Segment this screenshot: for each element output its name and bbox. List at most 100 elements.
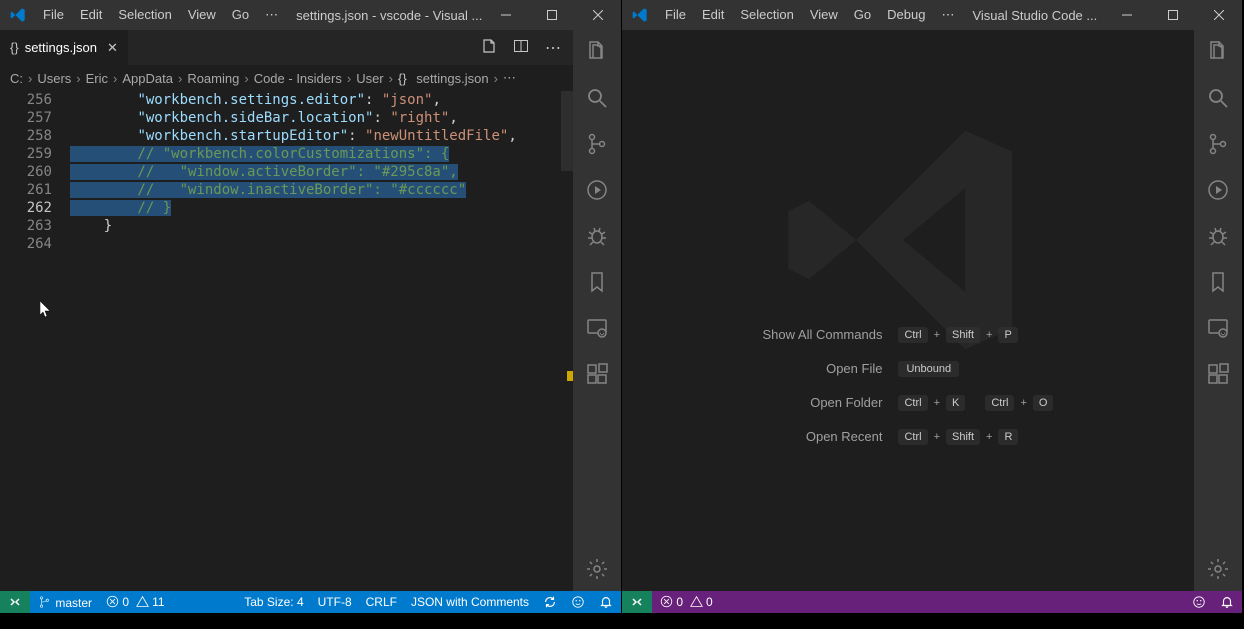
cmd-open-file: Open File <box>763 361 883 376</box>
breadcrumb-item[interactable]: Eric <box>86 71 108 86</box>
menubar: File Edit Selection View Go ⋯ <box>35 0 286 30</box>
files-explorer-icon[interactable] <box>585 40 609 64</box>
status-bell-icon[interactable] <box>1220 595 1234 609</box>
menu-selection[interactable]: Selection <box>110 0 179 30</box>
menu-view[interactable]: View <box>180 0 224 30</box>
status-encoding[interactable]: UTF-8 <box>318 595 352 609</box>
menubar: File Edit Selection View Go Debug ⋯ <box>657 0 962 30</box>
status-language[interactable]: JSON with Comments <box>411 595 529 609</box>
bug-icon[interactable] <box>1206 224 1230 248</box>
debug-icon[interactable] <box>1206 178 1230 202</box>
titlebar: File Edit Selection View Go Debug ⋯ Visu… <box>622 0 1242 30</box>
menu-view[interactable]: View <box>802 0 846 30</box>
menu-edit[interactable]: Edit <box>694 0 732 30</box>
chevron-right-icon: › <box>73 71 83 86</box>
more-actions-icon[interactable]: ⋯ <box>545 38 561 58</box>
menu-edit[interactable]: Edit <box>72 0 110 30</box>
tab-close-icon[interactable]: ✕ <box>107 40 118 56</box>
cmd-show-all-commands: Show All Commands <box>763 327 883 342</box>
minimize-button[interactable] <box>1104 0 1150 30</box>
bug-icon[interactable] <box>585 224 609 248</box>
menu-more[interactable]: ⋯ <box>933 0 962 30</box>
close-button[interactable] <box>1196 0 1242 30</box>
maximize-button[interactable] <box>1150 0 1196 30</box>
line-gutter: 256 257 258 259 260 261 262 263 264 <box>0 91 70 591</box>
status-tab-size[interactable]: Tab Size: 4 <box>244 595 303 609</box>
maximize-button[interactable] <box>529 0 575 30</box>
breadcrumb-item[interactable]: AppData <box>122 71 173 86</box>
debug-icon[interactable] <box>585 178 609 202</box>
extensions-icon[interactable] <box>585 362 609 386</box>
menu-go[interactable]: Go <box>846 0 879 30</box>
window-title: settings.json - vscode - Visual ... <box>286 8 483 23</box>
breadcrumb-item[interactable]: {} settings.json <box>398 71 489 86</box>
minimize-button[interactable] <box>483 0 529 30</box>
extensions-icon[interactable] <box>1206 362 1230 386</box>
menu-more[interactable]: ⋯ <box>257 0 286 30</box>
chevron-right-icon: › <box>491 71 501 86</box>
breadcrumb-item[interactable]: C: <box>10 71 23 86</box>
settings-gear-icon[interactable] <box>585 557 609 581</box>
files-explorer-icon[interactable] <box>1206 40 1230 64</box>
search-icon[interactable] <box>585 86 609 110</box>
menu-debug[interactable]: Debug <box>879 0 933 30</box>
status-eol[interactable]: CRLF <box>366 595 397 609</box>
source-control-icon[interactable] <box>585 132 609 156</box>
welcome-page: Show All Commands Ctrl+Shift+P Open File… <box>622 30 1194 591</box>
chevron-right-icon: › <box>175 71 185 86</box>
menu-file[interactable]: File <box>35 0 72 30</box>
keybinding: Ctrl+Shift+R <box>898 429 1053 445</box>
overview-ruler-marker[interactable] <box>567 371 573 377</box>
bookmark-icon[interactable] <box>1206 270 1230 294</box>
bookmark-icon[interactable] <box>585 270 609 294</box>
titlebar: File Edit Selection View Go ⋯ settings.j… <box>0 0 621 30</box>
chevron-right-icon: › <box>25 71 35 86</box>
welcome-commands: Show All Commands Ctrl+Shift+P Open File… <box>763 327 1054 445</box>
close-button[interactable] <box>575 0 621 30</box>
chevron-right-icon: › <box>110 71 120 86</box>
status-bell-icon[interactable] <box>599 595 613 609</box>
activity-bar <box>1194 30 1242 591</box>
split-editor-icon[interactable] <box>513 38 529 58</box>
activity-bar <box>573 30 621 591</box>
cmd-open-recent: Open Recent <box>763 429 883 444</box>
chevron-right-icon: › <box>241 71 251 86</box>
search-icon[interactable] <box>1206 86 1230 110</box>
remote-explorer-icon[interactable] <box>585 316 609 340</box>
right-vscode-window: File Edit Selection View Go Debug ⋯ Visu… <box>621 0 1242 613</box>
breadcrumb-item[interactable]: User <box>356 71 383 86</box>
code-content[interactable]: "workbench.settings.editor": "json", "wo… <box>70 91 573 591</box>
tab-actions: ⋯ <box>481 38 573 58</box>
remote-indicator[interactable] <box>0 591 30 613</box>
source-control-icon[interactable] <box>1206 132 1230 156</box>
open-changes-icon[interactable] <box>481 38 497 58</box>
breadcrumb-item[interactable]: ⋯ <box>503 70 516 86</box>
status-feedback-icon[interactable] <box>571 595 585 609</box>
minimap[interactable] <box>561 91 573 171</box>
menu-selection[interactable]: Selection <box>732 0 801 30</box>
left-vscode-window: File Edit Selection View Go ⋯ settings.j… <box>0 0 621 613</box>
window-controls <box>483 0 621 30</box>
menu-go[interactable]: Go <box>224 0 257 30</box>
status-problems[interactable]: 0 0 <box>660 595 713 609</box>
status-feedback-icon[interactable] <box>1192 595 1206 609</box>
window-title: Visual Studio Code ... <box>962 8 1104 23</box>
code-editor[interactable]: 256 257 258 259 260 261 262 263 264 "wor… <box>0 91 573 591</box>
settings-gear-icon[interactable] <box>1206 557 1230 581</box>
breadcrumb-item[interactable]: Roaming <box>187 71 239 86</box>
tab-label: settings.json <box>25 40 97 55</box>
editor-group: {} settings.json ✕ ⋯ C:› Users› Eri <box>0 30 573 591</box>
status-git-branch[interactable]: master <box>38 595 92 610</box>
keybinding: Unbound <box>898 361 1053 377</box>
vscode-logo-icon <box>0 7 35 23</box>
remote-indicator[interactable] <box>622 591 652 613</box>
breadcrumb-item[interactable]: Users <box>37 71 71 86</box>
breadcrumb-item[interactable]: Code - Insiders <box>254 71 342 86</box>
status-bar: master 0 11 Tab Size: 4 UTF-8 CRLF JSON … <box>0 591 621 613</box>
status-sync-icon[interactable] <box>543 595 557 609</box>
remote-explorer-icon[interactable] <box>1206 316 1230 340</box>
tab-settings-json[interactable]: {} settings.json ✕ <box>0 30 128 65</box>
menu-file[interactable]: File <box>657 0 694 30</box>
status-problems[interactable]: 0 11 <box>106 595 165 609</box>
breadcrumbs[interactable]: C:› Users› Eric› AppData› Roaming› Code … <box>0 65 573 91</box>
